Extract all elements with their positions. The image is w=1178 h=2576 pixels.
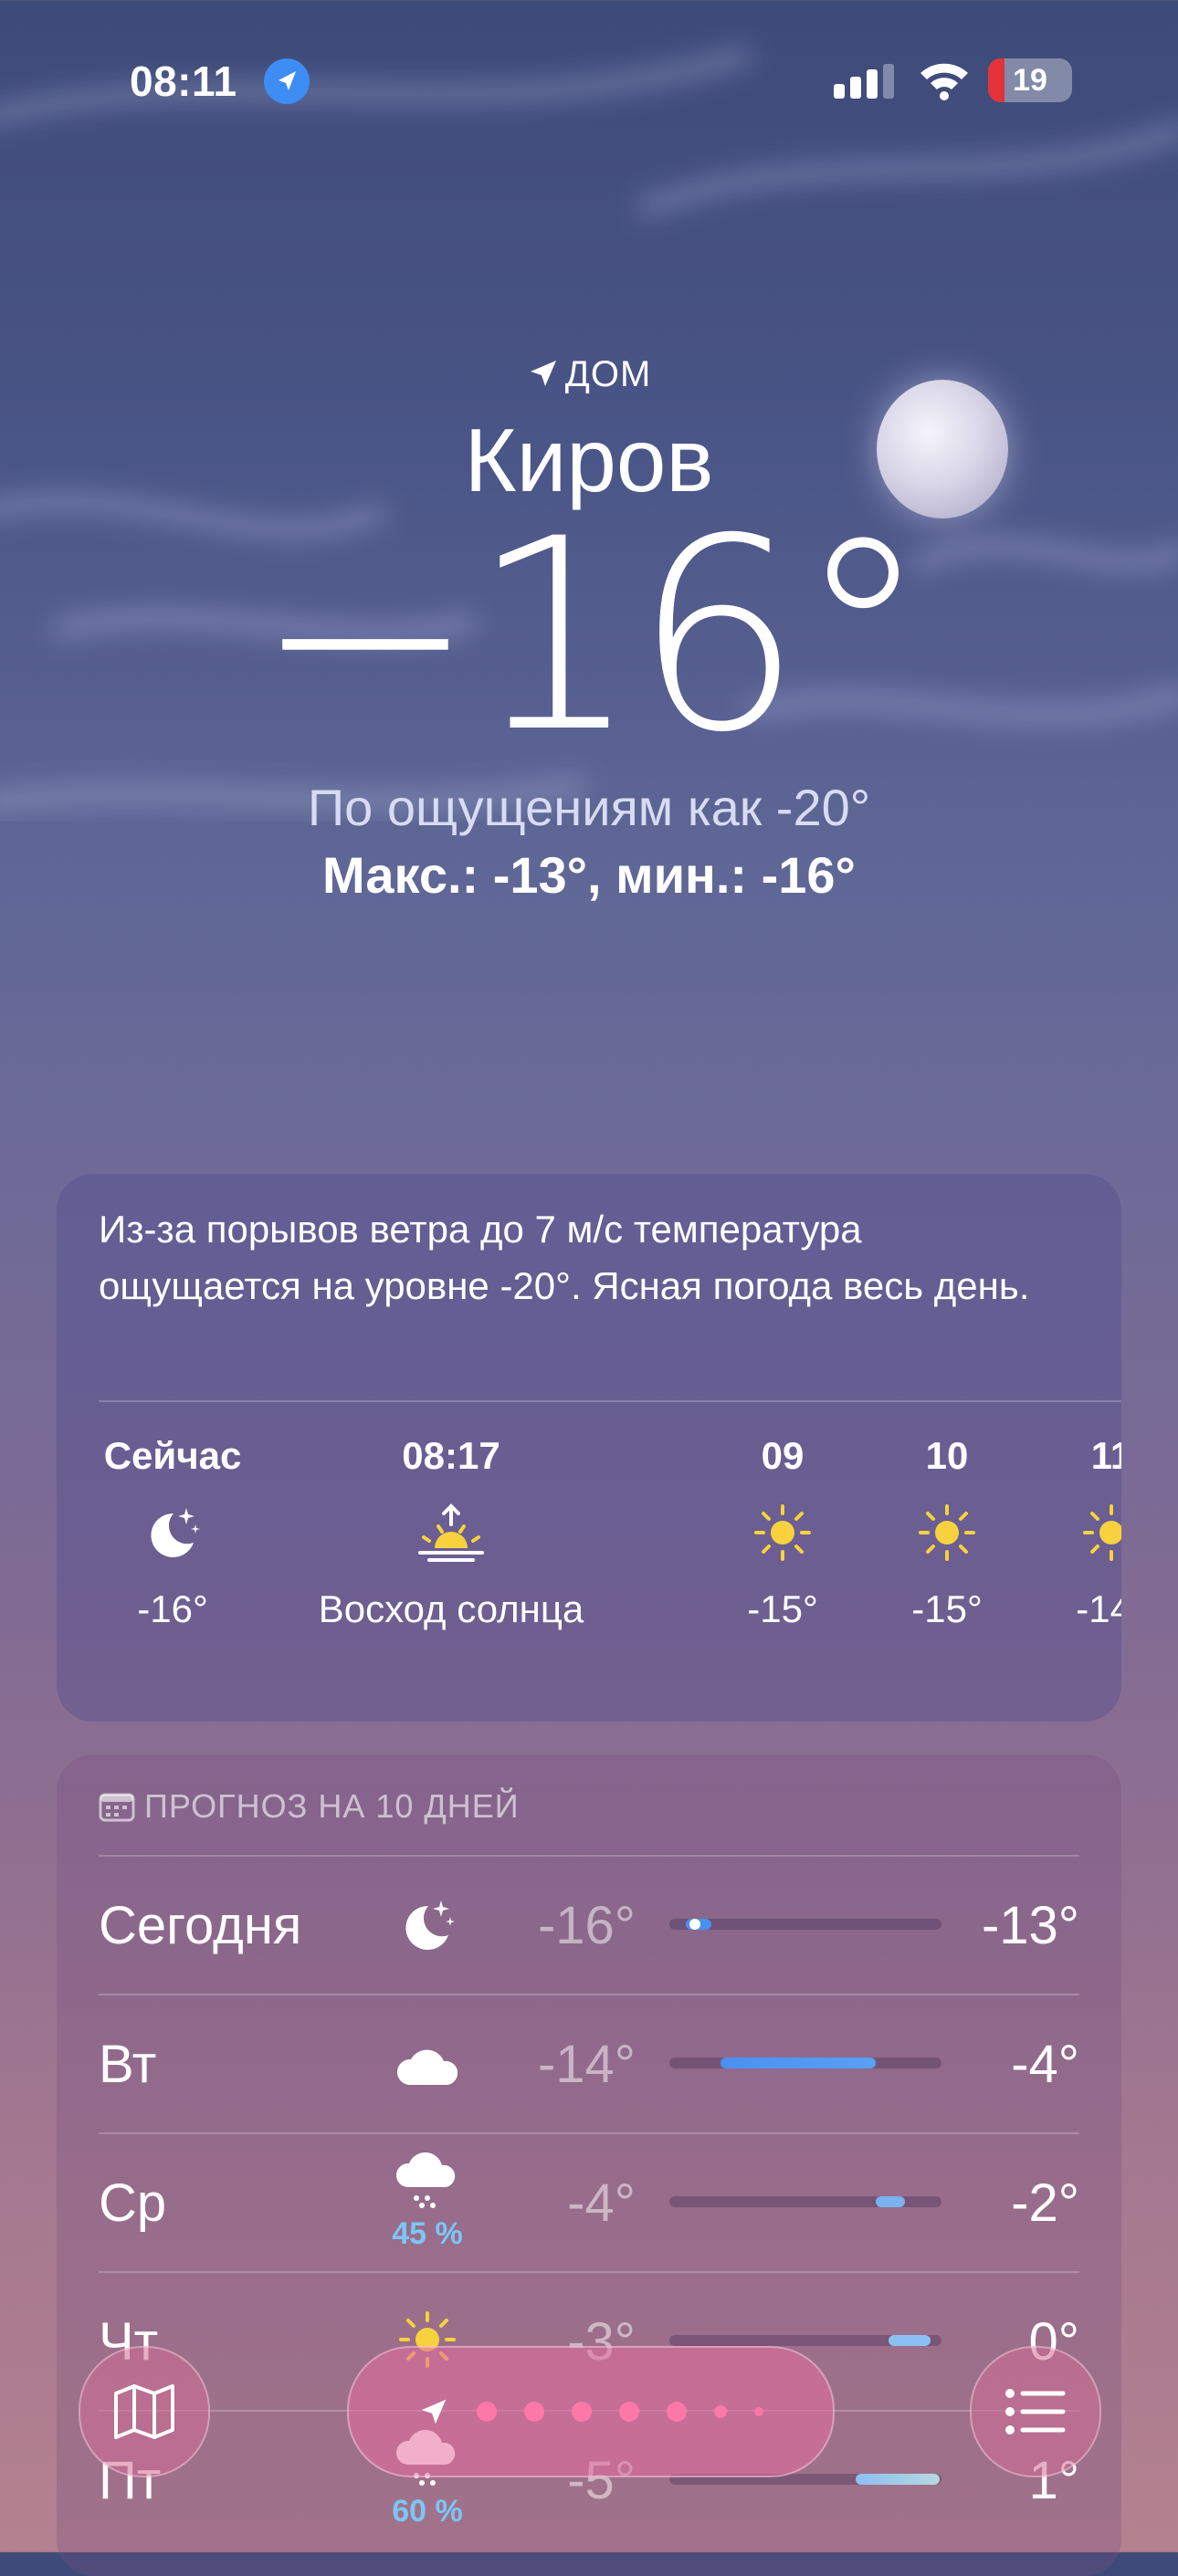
sun-icon (754, 1504, 811, 1561)
hour-item: 08:17 Восход солнца (303, 1434, 599, 1631)
sunrise-icon (418, 1503, 484, 1562)
high-low: Макс.: -13°, мин.: -16° (322, 846, 856, 904)
hour-label: 10 (925, 1434, 969, 1477)
hour-temp: -15° (747, 1587, 818, 1630)
current-temperature: −16° (254, 483, 929, 791)
feels-like: По ощущениям как -20° (307, 779, 871, 836)
forecast-low: -14° (537, 2035, 636, 2094)
cloud-icon (396, 2049, 458, 2085)
precip-chance: 45 % (392, 2216, 463, 2251)
map-icon (114, 2384, 174, 2439)
forecast-row[interactable]: Вт -14° -4° (99, 1995, 1079, 2132)
location-arrow-icon (530, 361, 556, 386)
page-dot (477, 2402, 497, 2422)
location-arrow-icon (264, 58, 310, 104)
calendar-icon (99, 1793, 135, 1822)
divider (99, 1400, 1121, 1402)
forecast-day: Ср (99, 2173, 167, 2233)
forecast-high: -13° (981, 1896, 1079, 1955)
moon-stars-icon (405, 1901, 455, 1950)
page-dot (524, 2402, 544, 2422)
location-label: ДОМ (0, 354, 1178, 395)
temp-range-bar (669, 2058, 941, 2068)
status-time: 08:11 (130, 58, 237, 105)
status-bar: 08:11 19 (0, 53, 1178, 108)
hour-label: Сейчас (103, 1434, 242, 1477)
battery-level: 19 (1013, 63, 1047, 98)
wifi-icon (920, 63, 968, 100)
forecast-high: -2° (1011, 2173, 1079, 2233)
hour-item: 11 -14° (1043, 1434, 1121, 1631)
weather-summary: Из-за порывов ветра до 7 м/с температура… (99, 1208, 1030, 1307)
sun-icon (919, 1504, 975, 1561)
hour-temp: -14° (1076, 1587, 1121, 1630)
forecast-low: -16° (537, 1896, 636, 1955)
home-label-text: ДОМ (564, 354, 652, 394)
map-button[interactable] (79, 2346, 210, 2477)
forecast-day: Вт (99, 2035, 157, 2094)
forecast-low: -4° (567, 2173, 636, 2233)
cellular-signal-icon (834, 64, 894, 99)
forecast-header: ПРОГНОЗ НА 10 ДНЕЙ (99, 1787, 520, 1826)
hour-item: 10 -15° (878, 1434, 1015, 1631)
locations-list-button[interactable] (970, 2346, 1101, 2477)
page-dot (572, 2402, 592, 2422)
battery-indicator: 19 (988, 58, 1072, 102)
hourly-forecast-card[interactable]: Из-за порывов ветра до 7 м/с температура… (57, 1174, 1121, 1722)
bottom-toolbar (0, 2337, 1178, 2552)
temp-range-bar (669, 2196, 941, 2207)
forecast-row[interactable]: Сегодня -16° -13° (99, 1857, 1079, 1994)
page-dot (619, 2402, 639, 2422)
forecast-row[interactable]: Ср 45 % -4° -2° (99, 2134, 1079, 2271)
hour-label: 08:17 (402, 1434, 500, 1477)
page-dot (714, 2405, 727, 2418)
hour-item: Сейчас -16° (57, 1434, 289, 1631)
hour-temp: Восход солнца (318, 1587, 584, 1630)
moon-stars-icon (151, 1508, 200, 1557)
cloud-snow-icon (395, 2152, 456, 2208)
page-dot (667, 2402, 687, 2422)
page-dot (754, 2407, 763, 2416)
hour-temp: -16° (137, 1587, 208, 1630)
hour-temp: -15° (911, 1587, 983, 1630)
sun-icon (1083, 1504, 1121, 1561)
temp-range-bar (669, 1919, 941, 1930)
forecast-title: ПРОГНОЗ НА 10 ДНЕЙ (144, 1787, 520, 1825)
hour-item: 09 -15° (714, 1434, 851, 1631)
forecast-high: -4° (1011, 2035, 1079, 2094)
location-arrow-icon (421, 2399, 447, 2424)
location-pager[interactable] (347, 2346, 835, 2477)
list-icon (1005, 2389, 1066, 2435)
forecast-day: Сегодня (99, 1896, 302, 1955)
hour-label: 11 (1090, 1434, 1121, 1477)
hour-label: 09 (761, 1434, 805, 1477)
